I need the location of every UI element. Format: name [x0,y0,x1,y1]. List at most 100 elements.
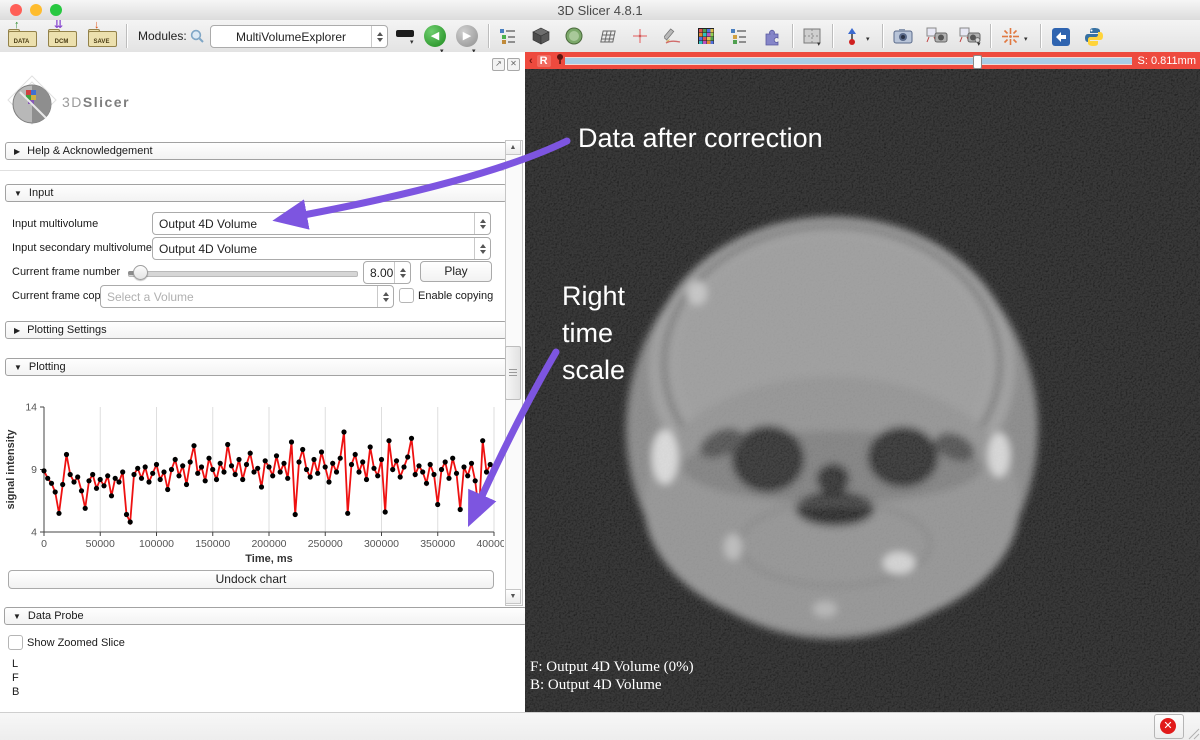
mouse-pin-caret-icon[interactable]: ▾ [866,35,870,43]
models-mesh-icon[interactable] [597,27,617,47]
combo-spinner-icon[interactable] [474,213,490,234]
window-layout-icon[interactable]: ▾ [802,27,822,47]
frame-number-label: Current frame number [12,266,120,278]
section-input[interactable]: ▼ Input [5,184,507,202]
svg-text:150000: 150000 [195,538,230,550]
extension-manager-icon[interactable] [1051,27,1071,47]
foreground-volume-label: F: Output 4D Volume (0%) [530,658,694,676]
frame-number-slider[interactable] [128,271,358,277]
section-plotting-settings[interactable]: ▶ Plotting Settings [5,321,507,339]
svg-text:signal intensity: signal intensity [5,429,17,510]
frame-number-value: 8.00 [364,266,394,280]
layout-select-button[interactable]: ▾ [396,30,416,42]
markups-pencil-icon[interactable] [663,27,683,47]
scrollbar-thumb[interactable] [505,346,521,400]
window-title: 3D Slicer 4.8.1 [0,3,1200,18]
svg-text:400000: 400000 [476,538,504,550]
crosshair-caret-icon[interactable]: ▾ [1024,35,1028,43]
module-panel: ↗ ✕ 3DSlicer ▶ Help & Acknowledgement ▼ … [0,52,526,712]
scene-views-icon[interactable]: ▾ [959,27,979,47]
input-secondary-combo[interactable]: Output 4D Volume [152,237,491,260]
module-home-list-icon[interactable] [498,27,518,47]
svg-text:50000: 50000 [86,538,115,550]
section-help[interactable]: ▶ Help & Acknowledgement [5,142,507,160]
combo-spinner-icon[interactable] [474,238,490,259]
slice-offset-handle[interactable] [973,55,982,69]
load-dicom-button[interactable]: ⇊ DCM [46,24,78,48]
volume-rendering-icon[interactable] [564,27,584,47]
expanded-triangle-icon: ▼ [14,189,22,198]
mouse-pin-icon[interactable] [842,27,862,47]
subject-hierarchy-icon[interactable] [729,27,749,47]
toolbar-separator [792,24,794,48]
intensity-chart: 4914050000100000150000200000250000300000… [2,395,504,567]
divider [0,170,504,171]
input-secondary-value: Output 4D Volume [153,242,474,256]
sample-data-cube-icon[interactable] [531,27,551,47]
section-plotting[interactable]: ▼ Plotting [5,358,507,376]
play-button[interactable]: Play [420,261,492,282]
show-zoomed-slice-checkbox[interactable] [8,635,23,650]
module-selector-spinner-icon[interactable] [371,26,387,47]
history-back-button[interactable]: ◀▾ [424,25,446,47]
spinbox-arrows-icon[interactable] [394,262,410,283]
slice-controller-bar: ‹ R S: 0.811mm [525,52,1200,69]
scrollbar-down-icon[interactable]: ▼ [505,589,521,604]
load-data-button[interactable]: ↑ DATA [6,24,38,48]
history-forward-button[interactable]: ▶▾ [456,25,478,47]
app-window: 3D Slicer 4.8.1 ↑ DATA ⇊ DCM ↓ SAVE Modu… [0,0,1200,740]
input-multivolume-combo[interactable]: Output 4D Volume [152,212,491,235]
toolbar-separator [1040,24,1042,48]
slice-pin-icon[interactable] [555,52,565,70]
load-data-label: DATA [8,39,35,45]
input-multivolume-value: Output 4D Volume [153,217,474,231]
undock-chart-button[interactable]: Undock chart [8,570,494,589]
input-multivolume-label: Input multivolume [12,218,98,230]
red-slice-view[interactable]: Data after correction Right time scale F… [525,69,1200,712]
panel-close-icon[interactable]: ✕ [507,58,520,71]
frame-number-spinbox[interactable]: 8.00 [363,261,411,284]
probe-layer-l-label: L [12,658,18,670]
probe-layer-b-label: B [12,686,19,698]
extensions-puzzle-icon[interactable] [762,27,782,47]
svg-text:250000: 250000 [308,538,343,550]
crosshair-icon[interactable] [1000,27,1020,47]
frame-copy-combo[interactable]: Select a Volume [100,285,394,308]
plotting-settings-label: Plotting Settings [27,324,107,336]
panel-float-icon[interactable]: ↗ [492,58,505,71]
probe-layer-f-label: F [12,672,19,684]
slicer-logo [6,74,58,135]
toolbar-separator [126,24,128,48]
volumes-color-grid-icon[interactable] [696,27,716,47]
python-console-icon[interactable] [1084,27,1104,47]
section-data-probe[interactable]: ▼ Data Probe [4,607,527,625]
module-selector-combo[interactable]: MultiVolumeExplorer [210,25,388,48]
enable-copying-checkbox[interactable] [399,288,414,303]
slicer-logo-text: 3DSlicer [62,94,130,110]
save-button[interactable]: ↓ SAVE [86,24,118,48]
screenshot-camera-icon[interactable] [893,27,913,47]
scene-capture-icon[interactable] [926,27,946,47]
collapsed-triangle-icon: ▶ [14,326,20,335]
plotting-label: Plotting [29,361,66,373]
scrollbar-up-icon[interactable]: ▲ [505,140,521,155]
collapsed-triangle-icon: ▶ [14,147,20,156]
enable-copying-label: Enable copying [418,290,493,302]
svg-text:0: 0 [41,538,47,550]
transforms-icon[interactable] [630,27,650,47]
slider-handle[interactable] [133,265,148,280]
resize-grip-icon[interactable] [1186,726,1200,740]
slice-offset-slider[interactable] [565,57,1132,65]
expanded-triangle-icon: ▼ [14,363,22,372]
background-volume-label: B: Output 4D Volume [530,676,662,694]
combo-spinner-icon[interactable] [377,286,393,307]
mri-brain-image [525,69,1200,712]
error-log-button[interactable]: ✕ [1154,714,1184,739]
svg-text:300000: 300000 [364,538,399,550]
slice-collapse-icon[interactable]: ‹ [529,55,533,67]
module-selector-value: MultiVolumeExplorer [211,30,371,44]
module-search-icon[interactable] [190,29,205,49]
annotation-right-time-scale: Right time scale [562,278,625,389]
svg-text:Time, ms: Time, ms [245,553,293,565]
load-dicom-label: DCM [48,39,75,45]
